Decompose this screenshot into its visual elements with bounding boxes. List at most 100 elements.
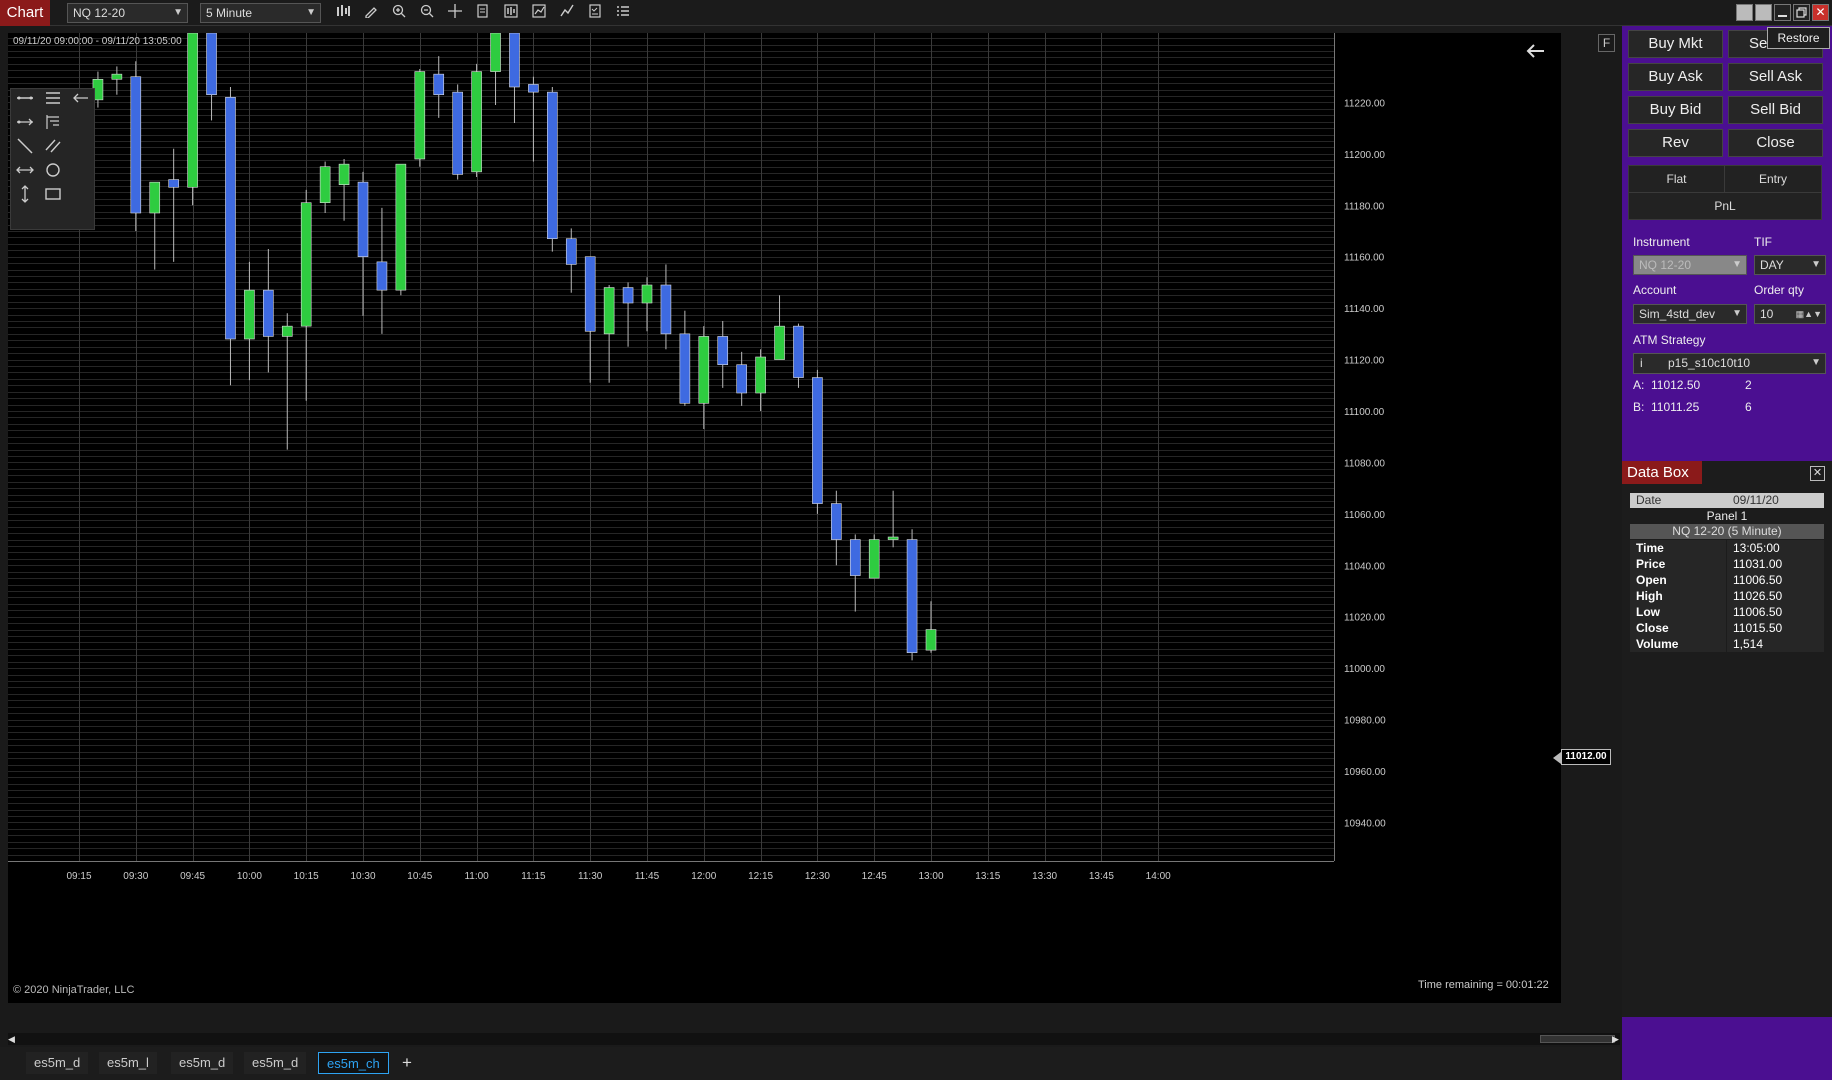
candle-body: [319, 166, 331, 204]
tab-es5m_l[interactable]: es5m_l: [99, 1052, 157, 1074]
candle-body: [812, 377, 823, 504]
sell-bid-button[interactable]: Sell Bid: [1728, 96, 1823, 124]
chart-panel[interactable]: 10940.00 10960.00 10980.00 11000.00 11020.00…: [8, 33, 1561, 1003]
candle-body: [755, 356, 766, 394]
tab-es5m_d[interactable]: es5m_d: [26, 1052, 89, 1074]
buy-bid-button[interactable]: Buy Bid: [1628, 96, 1723, 124]
tab-es5m_d[interactable]: es5m_d: [171, 1052, 234, 1074]
row-value: 11031.00: [1727, 556, 1824, 572]
strategies-icon[interactable]: [584, 3, 606, 23]
candle-body: [263, 289, 274, 337]
tab-es5m_d[interactable]: es5m_d: [244, 1052, 307, 1074]
fib-icon[interactable]: [42, 113, 64, 135]
date-value: 09/11/20: [1733, 493, 1779, 507]
y-tick-label: 11180.00: [1344, 201, 1385, 212]
f-badge[interactable]: F: [1598, 34, 1615, 52]
y-tick-label: 11160.00: [1344, 253, 1385, 264]
scroll-left-icon[interactable]: ◀: [8, 1033, 16, 1045]
atm-strategy-dropdown[interactable]: i p15_s10c10t10 ▼: [1633, 353, 1826, 374]
table-row: Price 11031.00: [1630, 556, 1824, 572]
candle-body: [565, 238, 577, 265]
scrollbar-thumb[interactable]: [1540, 1035, 1615, 1043]
time-remaining-label: Time remaining = 00:01:22: [1418, 979, 1549, 991]
templates-icon[interactable]: [472, 3, 494, 23]
data-box-date-row: Date 09/11/20: [1630, 493, 1824, 508]
bar-type-icon[interactable]: [332, 3, 354, 23]
buy-ask-button[interactable]: Buy Ask: [1628, 63, 1723, 91]
tile-window-icon[interactable]: [1736, 4, 1753, 21]
candle-body: [868, 539, 880, 579]
position-entry: Entry: [1724, 165, 1822, 193]
parallel-lines-icon[interactable]: [42, 137, 64, 159]
order-qty-input[interactable]: 10 ▦▲▼: [1754, 304, 1826, 324]
back-arrow-icon[interactable]: [1524, 40, 1546, 66]
chart-style-icon[interactable]: [528, 3, 550, 23]
row-value: 13:05:00: [1727, 540, 1824, 556]
ellipse-icon[interactable]: [42, 161, 64, 183]
reverse-button[interactable]: Rev: [1628, 129, 1723, 157]
row-key: Time: [1630, 540, 1726, 556]
instrument-select[interactable]: NQ 12-20 ▼: [67, 3, 188, 23]
row-value: 11026.50: [1727, 588, 1824, 604]
date-label: Date: [1636, 493, 1662, 507]
row-key: High: [1630, 588, 1726, 604]
panel-footer: [1622, 1017, 1832, 1080]
candle-body: [395, 163, 407, 291]
copyright-text: © 2020 NinjaTrader, LLC: [13, 984, 135, 996]
table-row: Low 11006.50: [1630, 604, 1824, 620]
close-icon[interactable]: ✕: [1810, 466, 1825, 481]
bid-label: B:: [1633, 400, 1645, 414]
horizontal-scrollbar[interactable]: ◀ ▶: [8, 1033, 1620, 1045]
qty-stepper-icon[interactable]: ▦▲▼: [1796, 305, 1822, 323]
y-tick-label: 11140.00: [1344, 304, 1385, 315]
candle-body: [622, 287, 634, 304]
tab-es5m_ch[interactable]: es5m_ch: [318, 1052, 389, 1074]
table-row: Time 13:05:00: [1630, 540, 1824, 556]
restore-icon[interactable]: [1793, 4, 1810, 21]
candle-body: [433, 73, 445, 96]
pencil-icon[interactable]: [360, 3, 382, 23]
info-icon[interactable]: i: [1640, 354, 1643, 372]
chevron-down-icon: ▼: [1732, 259, 1742, 270]
sell-ask-button[interactable]: Sell Ask: [1728, 63, 1823, 91]
buy-market-button[interactable]: Buy Mkt: [1628, 30, 1723, 58]
interval-select[interactable]: 5 Minute ▼: [200, 3, 321, 23]
ray-icon[interactable]: [14, 113, 36, 135]
zoom-out-icon[interactable]: [416, 3, 438, 23]
horizontal-lines-icon[interactable]: [42, 89, 64, 111]
candle-body: [281, 325, 293, 337]
scroll-right-icon[interactable]: ▶: [1612, 1033, 1620, 1045]
x-tick-label: 11:15: [521, 871, 546, 882]
crosshair-icon[interactable]: [444, 3, 466, 23]
data-series-icon[interactable]: [500, 3, 522, 23]
interval-select-value: 5 Minute: [206, 6, 253, 20]
account-dropdown[interactable]: Sim_4std_dev ▼: [1633, 304, 1747, 324]
candle-body: [774, 325, 785, 360]
table-row: High 11026.50: [1630, 588, 1824, 604]
extended-line-icon[interactable]: [14, 161, 36, 183]
close-window-icon[interactable]: ✕: [1812, 4, 1829, 21]
properties-list-icon[interactable]: [612, 3, 634, 23]
vertical-arrow-icon[interactable]: [14, 185, 36, 207]
bid-size: 6: [1745, 400, 1752, 414]
add-tab-button[interactable]: +: [398, 1052, 416, 1074]
candle-body: [641, 284, 653, 304]
close-position-button[interactable]: Close: [1728, 129, 1823, 157]
price-chart[interactable]: 10940.00 10960.00 10980.00 11000.00 11020.00…: [8, 33, 1561, 1003]
row-key: Volume: [1630, 636, 1726, 652]
minimize-icon[interactable]: [1774, 4, 1791, 21]
rectangle-icon[interactable]: [42, 185, 64, 207]
candle-body: [376, 261, 388, 291]
candle-body: [603, 287, 615, 335]
arrow-left-tool-icon[interactable]: [70, 89, 92, 111]
row-value: 1,514: [1727, 636, 1824, 652]
tile-window-icon[interactable]: [1755, 4, 1772, 21]
candle-body: [338, 163, 350, 186]
x-tick-label: 13:30: [1032, 871, 1057, 882]
indicators-icon[interactable]: [556, 3, 578, 23]
tif-dropdown[interactable]: DAY ▼: [1754, 255, 1826, 275]
zoom-in-icon[interactable]: [388, 3, 410, 23]
line-icon[interactable]: [14, 89, 36, 111]
drawing-tools-palette: [10, 88, 95, 230]
diagonal-line-icon[interactable]: [14, 137, 36, 159]
